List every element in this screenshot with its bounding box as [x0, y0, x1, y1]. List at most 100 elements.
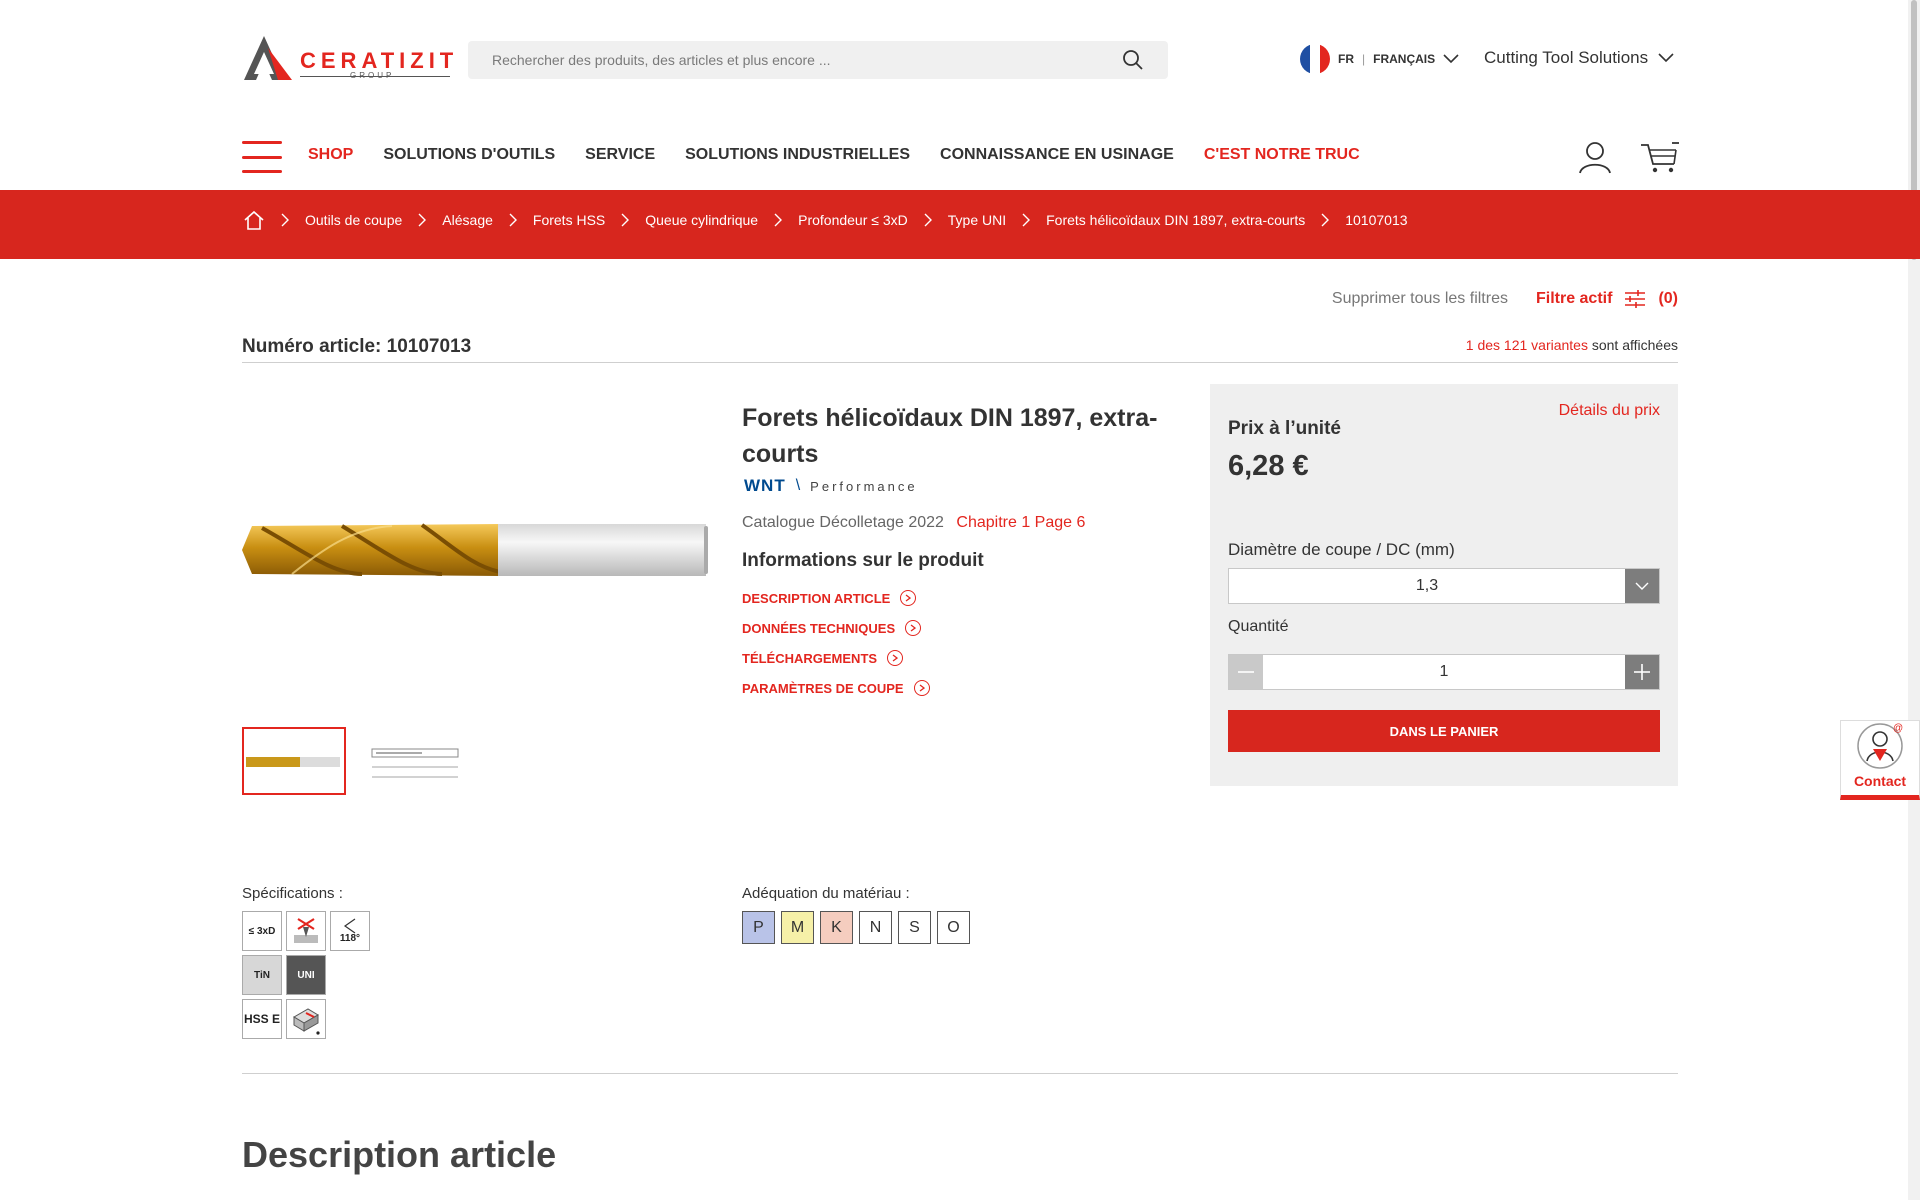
variants-info: 1 des 121 variantes sont affichées	[1466, 337, 1678, 353]
search-input[interactable]	[492, 52, 1122, 68]
logo-group-label: GROUP	[350, 71, 395, 80]
brand-logo: WNT \ Performance	[744, 476, 918, 496]
language-name: FRANÇAIS	[1373, 52, 1436, 66]
add-to-cart-button[interactable]: DANS LE PANIER	[1228, 710, 1660, 752]
diameter-select[interactable]: 1,3	[1228, 568, 1660, 604]
description-link-label: DESCRIPTION ARTICLE	[742, 590, 891, 606]
page-scrollbar[interactable]	[1908, 0, 1920, 1200]
breadcrumb-item[interactable]: Queue cylindrique	[645, 212, 758, 228]
shank-cylinder-icon	[286, 999, 326, 1039]
quantity-label: Quantité	[1228, 618, 1289, 635]
technical-data-link-label: DONNÉES TECHNIQUES	[742, 620, 896, 636]
point-angle-icon: 118°	[330, 911, 370, 951]
breadcrumb-current: 10107013	[1345, 212, 1408, 228]
price-panel: Détails du prix Prix à l’unité 6,28 € Di…	[1210, 384, 1678, 786]
product-info-title: Informations sur le produit	[742, 550, 984, 571]
chevron-down-icon[interactable]	[1625, 569, 1659, 603]
material-badge-n: N	[859, 911, 892, 944]
menu-hamburger-icon[interactable]	[242, 141, 282, 173]
breadcrumb-item[interactable]: Profondeur ≤ 3xD	[798, 212, 908, 228]
breadcrumb-item[interactable]: Alésage	[442, 212, 493, 228]
breadcrumb-item[interactable]: Forets hélicoïdaux DIN 1897, extra-court…	[1046, 212, 1305, 228]
breadcrumb-item[interactable]: Type UNI	[948, 212, 1006, 228]
account-icon[interactable]	[1578, 140, 1612, 174]
search-icon[interactable]	[1122, 49, 1144, 71]
diameter-label: Diamètre de coupe / DC (mm)	[1228, 540, 1455, 559]
article-number: Numéro article: 10107013	[242, 336, 472, 357]
chevron-right-icon	[1305, 210, 1345, 230]
chevron-right-icon	[402, 210, 442, 230]
language-selector[interactable]: FR | FRANÇAIS	[1300, 44, 1459, 74]
catalogue-name: Catalogue Décolletage 2022	[742, 514, 944, 531]
chevron-right-icon	[758, 210, 798, 230]
variants-suffix: sont affichées	[1591, 337, 1678, 353]
center-cutting-icon	[286, 911, 326, 951]
divider	[242, 1073, 1678, 1074]
cutting-parameters-link-label: PARAMÈTRES DE COUPE	[742, 680, 904, 696]
technical-data-link[interactable]: DONNÉES TECHNIQUES	[742, 620, 930, 636]
main-navigation: SHOP SOLUTIONS D'OUTILS SERVICE SOLUTION…	[308, 146, 1360, 164]
chevron-right-icon	[908, 210, 948, 230]
chevron-right-icon	[1006, 210, 1046, 230]
filter-bar: Supprimer tous les filtres Filtre actif …	[1332, 290, 1678, 308]
plus-icon[interactable]	[1625, 655, 1659, 689]
nav-item-tool-solutions[interactable]: SOLUTIONS D'OUTILS	[383, 146, 555, 164]
clear-filters-link[interactable]: Supprimer tous les filtres	[1332, 290, 1508, 308]
france-flag-icon	[1300, 44, 1330, 74]
downloads-link-label: TÉLÉCHARGEMENTS	[742, 650, 878, 666]
solutions-label: Cutting Tool Solutions	[1484, 48, 1649, 67]
material-badge-m: M	[781, 911, 814, 944]
nav-item-machining-knowledge[interactable]: CONNAISSANCE EN USINAGE	[940, 146, 1174, 164]
active-filter-button[interactable]: Filtre actif (0)	[1536, 290, 1678, 308]
search-bar	[468, 41, 1168, 79]
language-code: FR	[1338, 52, 1354, 66]
nav-item-service[interactable]: SERVICE	[585, 146, 655, 164]
cart-icon[interactable]	[1640, 140, 1680, 174]
brand-name: WNT	[744, 476, 786, 495]
unit-price-value: 6,28 €	[1228, 450, 1309, 482]
material-badge-k: K	[820, 911, 853, 944]
svg-text:@: @	[1893, 723, 1903, 734]
price-details-link[interactable]: Détails du prix	[1559, 402, 1660, 420]
quantity-input[interactable]: 1	[1263, 655, 1625, 689]
home-icon[interactable]	[243, 210, 265, 230]
nav-item-shop[interactable]: SHOP	[308, 146, 353, 164]
catalogue-page-link[interactable]: Chapitre 1 Page 6	[956, 514, 1085, 531]
material-badge-o: O	[937, 911, 970, 944]
catalogue-reference: Catalogue Décolletage 2022 Chapitre 1 Pa…	[742, 514, 1085, 532]
contact-widget[interactable]: @ Contact	[1840, 720, 1920, 800]
product-title: Forets hélicoïdaux DIN 1897, extra-court…	[742, 404, 1158, 468]
breadcrumb-item[interactable]: Outils de coupe	[305, 212, 402, 228]
chevron-right-icon	[265, 210, 305, 230]
breadcrumb-item[interactable]: Forets HSS	[533, 212, 605, 228]
downloads-link[interactable]: TÉLÉCHARGEMENTS	[742, 650, 930, 666]
language-separator: |	[1362, 52, 1366, 66]
material-hsse-icon: HSS E	[242, 999, 282, 1039]
active-filter-count: (0)	[1658, 290, 1678, 307]
filter-sliders-icon	[1625, 290, 1646, 308]
coating-tin-icon: TiN	[242, 955, 282, 995]
divider	[242, 362, 1678, 363]
description-link[interactable]: DESCRIPTION ARTICLE	[742, 590, 930, 606]
chevron-right-icon	[493, 210, 533, 230]
type-uni-icon: UNI	[286, 955, 326, 995]
contact-label: Contact	[1853, 773, 1907, 789]
variants-link[interactable]: 1 des 121 variantes	[1466, 337, 1588, 353]
diameter-select-value: 1,3	[1415, 577, 1439, 594]
cutting-parameters-link[interactable]: PARAMÈTRES DE COUPE	[742, 680, 930, 696]
chevron-circle-icon	[887, 650, 904, 666]
nav-item-industrial-solutions[interactable]: SOLUTIONS INDUSTRIELLES	[685, 146, 910, 164]
product-thumbnail-drawing[interactable]	[362, 727, 466, 795]
specifications-label: Spécifications :	[242, 885, 343, 902]
chevron-circle-icon	[900, 590, 917, 606]
description-section-title: Description article	[242, 1134, 557, 1175]
brand-slash: \	[795, 477, 801, 494]
solutions-selector[interactable]: Cutting Tool Solutions	[1484, 48, 1674, 68]
product-image[interactable]	[242, 510, 712, 590]
depth-3xd-icon: ≤ 3xD	[242, 911, 282, 951]
product-info-links: DESCRIPTION ARTICLE DONNÉES TECHNIQUES T…	[742, 590, 930, 696]
nav-item-our-thing[interactable]: C'EST NOTRE TRUC	[1204, 146, 1360, 164]
quantity-stepper: 1	[1228, 654, 1660, 690]
minus-icon[interactable]	[1229, 655, 1263, 689]
product-thumbnail-photo[interactable]	[242, 727, 346, 795]
